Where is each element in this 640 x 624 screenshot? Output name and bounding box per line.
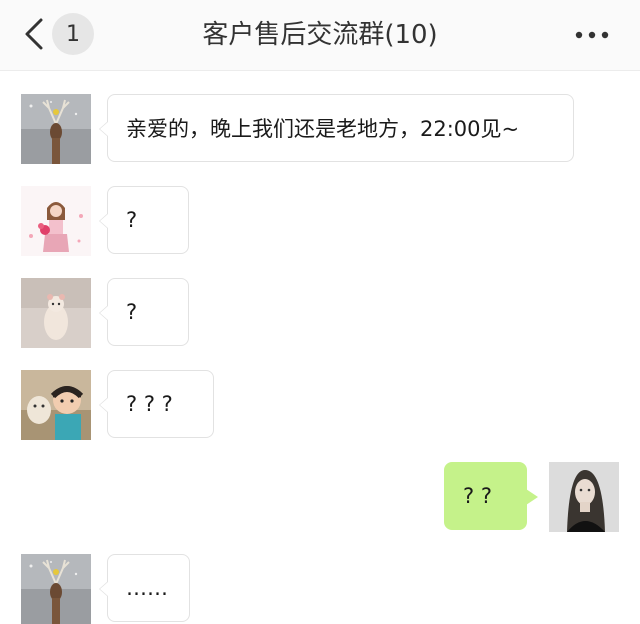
boy-dog-avatar[interactable] [21,370,91,440]
hamster-avatar[interactable] [21,278,91,348]
message-list[interactable]: 亲爱的，晚上我们还是老地方，22:00见~ ? ? ? ? ? ? ? …… [0,71,640,624]
unread-count-badge[interactable]: 1 [52,13,94,55]
girl-flowers-avatar[interactable] [21,186,91,256]
message-bubble[interactable]: ? [99,278,189,346]
message-bubble[interactable]: ? [99,186,189,254]
more-dots-icon [575,31,609,39]
deer-avatar[interactable] [21,94,91,164]
message-bubble[interactable]: …… [99,554,190,622]
back-button[interactable] [14,14,54,54]
chat-header: 1 客户售后交流群(10) [0,0,640,71]
woman-portrait-avatar[interactable] [549,462,619,532]
deer-avatar[interactable] [21,554,91,624]
message-bubble[interactable]: 亲爱的，晚上我们还是老地方，22:00见~ [99,94,574,162]
message-bubble-self[interactable]: ? ? [444,462,538,530]
message-bubble[interactable]: ? ? ? [99,370,214,438]
more-button[interactable] [572,20,612,50]
chevron-left-icon [25,18,43,50]
group-title: 客户售后交流群(10) [202,20,438,50]
